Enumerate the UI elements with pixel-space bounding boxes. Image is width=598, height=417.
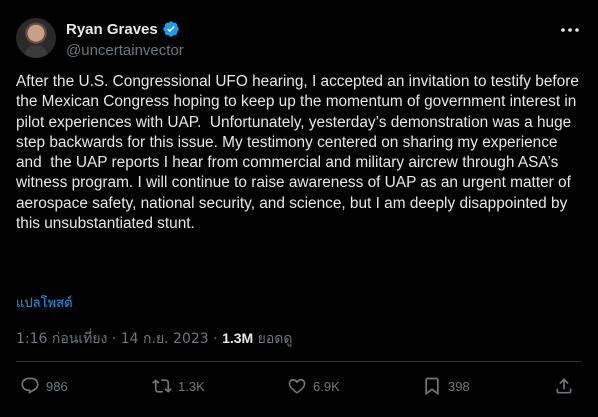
reply-count: 986	[46, 378, 68, 394]
tweet-text: After the U.S. Congressional UFO hearing…	[16, 73, 584, 233]
like-icon	[288, 378, 306, 394]
like-count: 6.9K	[313, 378, 340, 394]
repost-icon	[152, 379, 172, 393]
action-bar: 986 1.3K 6.9K 398	[16, 372, 582, 400]
repost-button[interactable]: 1.3K	[152, 372, 205, 400]
reply-icon	[21, 377, 39, 394]
author-name[interactable]: Ryan Graves	[66, 21, 158, 38]
bookmark-icon	[425, 377, 439, 396]
tweet-header: Ryan Graves @uncertainvector	[16, 16, 582, 60]
tweet-meta: 1:16 ก่อนเที่ยง · 14 ก.ย. 2023 · 1.3M ยอ…	[16, 328, 292, 350]
tweet-time[interactable]: 1:16 ก่อนเที่ยง	[16, 331, 107, 347]
share-icon	[556, 378, 572, 394]
author-name-row[interactable]: Ryan Graves	[66, 20, 180, 38]
meta-separator: ·	[208, 331, 223, 347]
bookmark-button[interactable]: 398	[422, 372, 470, 400]
share-button[interactable]	[554, 372, 580, 400]
bookmark-count: 398	[448, 378, 470, 394]
views-count[interactable]: 1.3M	[222, 330, 253, 346]
divider	[16, 361, 582, 362]
translate-post-link[interactable]: แปลโพสต์	[16, 292, 73, 313]
more-icon[interactable]	[558, 20, 582, 40]
author-handle[interactable]: @uncertainvector	[66, 42, 184, 59]
views-label: ยอดดู	[253, 331, 293, 347]
reply-button[interactable]: 986	[20, 372, 68, 400]
avatar[interactable]	[16, 18, 56, 58]
repost-count: 1.3K	[178, 378, 205, 394]
like-button[interactable]: 6.9K	[287, 372, 340, 400]
meta-separator: ·	[107, 331, 121, 347]
tweet-date[interactable]: 14 ก.ย. 2023	[121, 331, 209, 347]
verified-badge-icon	[163, 21, 179, 37]
